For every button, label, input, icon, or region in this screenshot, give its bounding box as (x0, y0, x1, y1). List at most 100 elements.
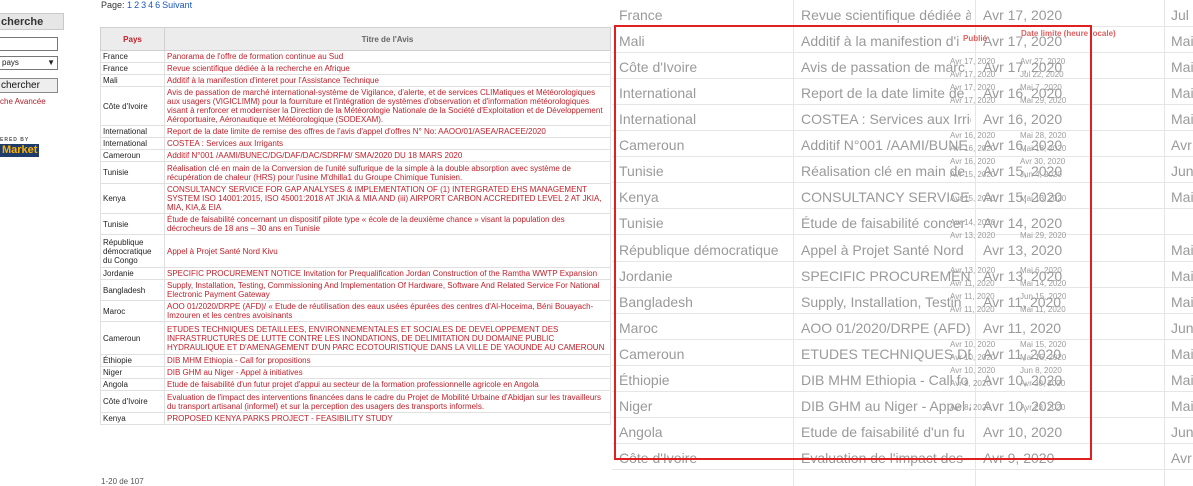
col-header-country[interactable]: Pays (100, 27, 165, 51)
overlay-deadline: Jun 4 (1171, 163, 1193, 179)
table-row[interactable]: Cameroun Additif N°001 /AAMI/BUNEC/DG/DAF… (100, 149, 611, 162)
overlay-row: Niger DIB GHM au Niger - Appel à Avr 10, 2… (612, 392, 1193, 418)
page-link-2[interactable]: 2 (134, 0, 139, 10)
row-deadline-date: Mai 15, 2020 (1020, 340, 1067, 349)
table-row[interactable]: France Panorama de l'offre de formation c… (100, 50, 611, 63)
table-row[interactable]: Maroc AOO 01/2020/DRPE (AFD)/ « Etude de … (100, 300, 611, 322)
overlay-date: Avr 11, 2020 (983, 346, 1062, 362)
overlay-country: Cameroun (619, 346, 685, 362)
search-input[interactable] (0, 37, 58, 51)
table-row[interactable]: Kenya CONSULTANCY SERVICE FOR GAP ANALYSE… (100, 183, 611, 214)
search-button[interactable]: chercher (0, 78, 58, 93)
table-row[interactable]: International COSTEA : Services aux Irrig… (100, 137, 611, 150)
table-row[interactable]: Côte d'Ivoire Avis de passation de marché… (100, 86, 611, 126)
row-title-link[interactable]: AOO 01/2020/DRPE (AFD)/ « Etude de réuti… (164, 300, 611, 322)
overlay-country: Jordanie (619, 268, 673, 284)
overlay-deadline: Jun 1 (1171, 320, 1193, 336)
overlay-deadline: Mai (1171, 398, 1193, 414)
page-link-1[interactable]: 1 (127, 0, 132, 10)
table-row[interactable]: Niger DIB GHM au Niger - Appel à initiati… (100, 366, 611, 379)
country-select[interactable]: pays ▼ (0, 56, 58, 70)
row-title-link[interactable]: Etude de faisabilité d'un futur projet d… (164, 378, 611, 391)
row-published-date: Avr 8, 2020 (950, 403, 991, 412)
row-title-link[interactable]: Evaluation de l'impact des interventions… (164, 390, 611, 413)
overlay-title: SPECIFIC PROCUREMENT N (801, 268, 971, 284)
row-deadline-date: Avr 23, 2020 (1020, 403, 1066, 412)
col-header-title[interactable]: Titre de l'Avis (164, 27, 611, 51)
table-row[interactable]: France Revue scientifique dédiée à la rec… (100, 62, 611, 75)
row-title-link[interactable]: Revue scientifique dédiée à la recherche… (164, 62, 611, 75)
overlay-country: Côte d'Ivoire (619, 450, 698, 466)
row-title-link[interactable]: Additif N°001 /AAMI/BUNEC/DG/DAF/DAC/SDR… (164, 149, 611, 162)
overlay-date: Avr 13, 2020 (983, 242, 1063, 258)
page-link-6[interactable]: 6 (155, 0, 160, 10)
row-deadline-date: Mai 29, 2020 (1020, 231, 1067, 240)
overlay-country: Cameroun (619, 137, 685, 153)
overlay-title: Revue scientifique dédiée à (801, 7, 971, 23)
advanced-search-link[interactable]: che Avancée (0, 97, 46, 106)
page-link-4[interactable]: 4 (148, 0, 153, 10)
row-title-link[interactable]: Additif à la manifestion d'interet pour … (164, 74, 611, 87)
row-published-date: Avr 17, 2020 (950, 96, 996, 105)
table-row[interactable]: Mali Additif à la manifestion d'interet p… (100, 74, 611, 87)
overlay-title: CONSULTANCY SERVICE FO (801, 189, 971, 205)
table-row[interactable]: Bangladesh Supply, Installation, Testing,… (100, 279, 611, 301)
row-published-date: Avr 13, 2020 (950, 266, 996, 275)
row-title-link[interactable]: SPECIFIC PROCUREMENT NOTICE Invitation f… (164, 267, 611, 280)
row-title-link[interactable]: DIB MHM Ethiopia - Call for propositions (164, 354, 611, 367)
row-title-link[interactable]: ETUDES TECHNIQUES DETAILLEES, ENVIRONNEM… (164, 321, 611, 355)
table-row[interactable]: Côte d'Ivoire Evaluation de l'impact des … (100, 390, 611, 413)
table-row[interactable]: République démocratique du Congo Appel à … (100, 234, 611, 268)
overlay-country: Côte d'Ivoire (619, 59, 698, 75)
table-row[interactable]: Jordanie SPECIFIC PROCUREMENT NOTICE Invi… (100, 267, 611, 280)
row-deadline-date: Mai 7, 2020 (1020, 83, 1062, 92)
overlay-row: Angola Etude de faisabilité d'un fu Avr 10… (612, 418, 1193, 444)
overlay-country: Bangladesh (619, 294, 693, 310)
row-deadline-date: Avr 30, 2020 (1020, 157, 1066, 166)
row-title-link[interactable]: COSTEA : Services aux Irrigants (164, 137, 611, 150)
row-country: Tunisie (100, 213, 165, 235)
row-deadline-date: Mai 28, 2020 (1020, 131, 1067, 140)
table-row[interactable]: Tunisie Réalisation clé en main de la Con… (100, 161, 611, 184)
dgmarket-logo[interactable]: ERED BY Market (0, 137, 46, 159)
table-row[interactable]: International Report de la date limite de… (100, 125, 611, 138)
table-row[interactable]: Éthiopie DIB MHM Ethiopia - Call for prop… (100, 354, 611, 367)
table-row[interactable]: Tunisie Étude de faisabilité concernant u… (100, 213, 611, 235)
overlay-title: Additif à la manifestion d'i (801, 33, 960, 49)
overlay-date: Avr 10, 2020 (983, 424, 1063, 440)
row-title-link[interactable]: Réalisation clé en main de la Conversion… (164, 161, 611, 184)
row-title-link[interactable]: Panorama de l'offre de formation continu… (164, 50, 611, 63)
row-title-link[interactable]: CONSULTANCY SERVICE FOR GAP ANALYSES & I… (164, 183, 611, 214)
row-title-link[interactable]: Appel à Projet Santé Nord Kivu (164, 234, 611, 268)
row-country: Niger (100, 366, 165, 379)
row-title-link[interactable]: Report de la date limite de remise des o… (164, 125, 611, 138)
table-row[interactable]: Angola Etude de faisabilité d'un futur pr… (100, 378, 611, 391)
chevron-down-icon: ▼ (47, 58, 55, 67)
page-link-3[interactable]: 3 (141, 0, 146, 10)
row-title-link[interactable]: DIB GHM au Niger - Appel à initiatives (164, 366, 611, 379)
row-published-date: Avr 16, 2020 (950, 157, 996, 166)
col-header-deadline[interactable]: Date limite (heure locale) (1021, 29, 1116, 38)
row-country: Côte d'Ivoire (100, 86, 165, 126)
overlay-row: Bangladesh Supply, Installation, Testin Av… (612, 288, 1193, 314)
row-published-date: Avr 16, 2020 (950, 144, 996, 153)
row-title-link[interactable]: PROPOSED KENYA PARKS PROJECT - FEASIBILI… (164, 412, 611, 425)
row-title-link[interactable]: Avis de passation de marché internationa… (164, 86, 611, 126)
overlay-title: AOO 01/2020/DRPE (AFD)/ (801, 320, 971, 336)
overlay-deadline: Mai (1171, 372, 1193, 388)
overlay-row: Tunisie Étude de faisabilité concer Avr 14… (612, 209, 1193, 235)
row-deadline-date: Mai 13, 2020 (1020, 194, 1067, 203)
col-header-published[interactable]: Publié (963, 34, 987, 43)
overlay-date: Avr 16, 2020 (983, 85, 1063, 101)
row-country: France (100, 50, 165, 63)
overlay-country: International (619, 111, 697, 127)
row-title-link[interactable]: Étude de faisabilité concernant un dispo… (164, 213, 611, 235)
row-country: Jordanie (100, 267, 165, 280)
row-country: Angola (100, 378, 165, 391)
row-title-link[interactable]: Supply, Installation, Testing, Commissio… (164, 279, 611, 301)
row-country: Kenya (100, 183, 165, 214)
table-row[interactable]: Cameroun ETUDES TECHNIQUES DETAILLEES, EN… (100, 321, 611, 355)
next-page-link[interactable]: Suivant (162, 0, 192, 10)
table-row[interactable]: Kenya PROPOSED KENYA PARKS PROJECT - FEAS… (100, 412, 611, 425)
overlay-title: Réalisation clé en main de (801, 163, 966, 179)
